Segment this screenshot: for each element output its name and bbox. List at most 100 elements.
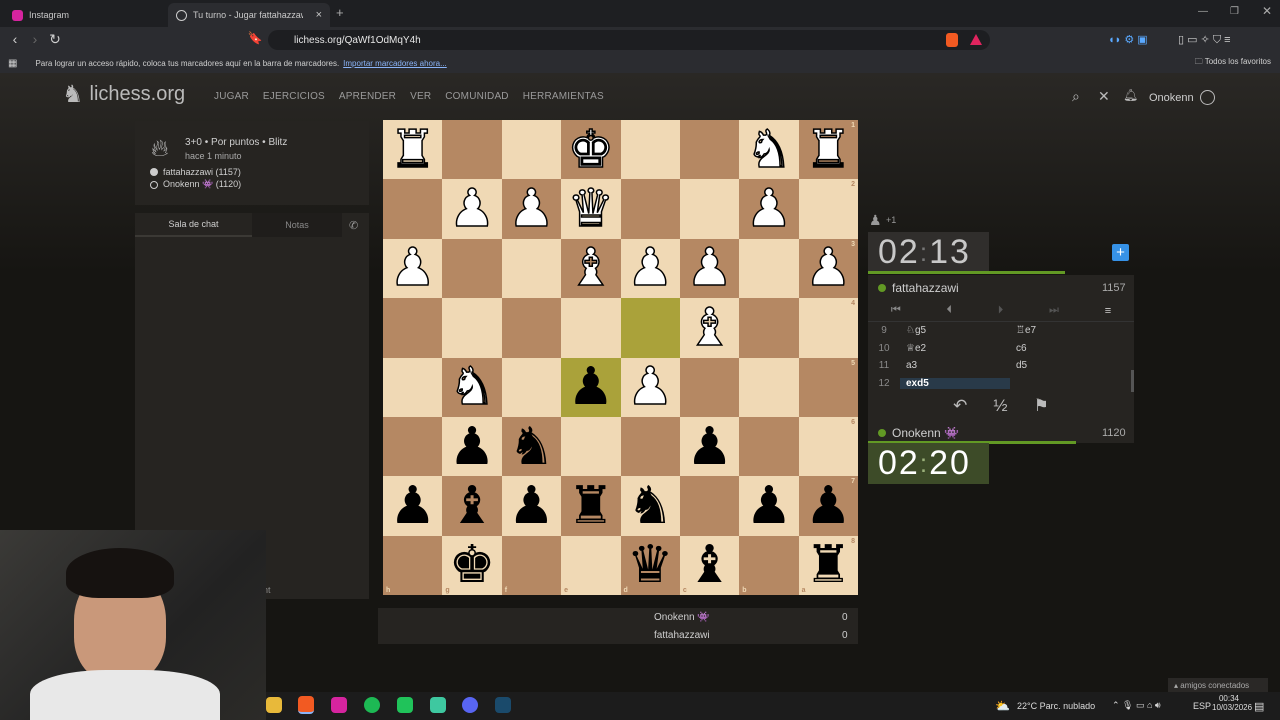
user-menu[interactable]: Onokenn [1149, 90, 1215, 105]
white-pawn-piece[interactable]: ♟ [507, 182, 555, 236]
black-pawn-piece[interactable]: ♟ [746, 480, 793, 532]
white-pawn-piece[interactable]: ♟ [448, 182, 496, 236]
apps-grid-icon[interactable]: ▦ [8, 58, 17, 69]
square-g1[interactable] [442, 120, 502, 180]
bookmark-icon[interactable]: 🔖 [246, 31, 264, 45]
bell-icon[interactable]: 🔔︎ [1123, 88, 1138, 102]
black-pawn-piece[interactable]: ♟ [449, 421, 496, 473]
black-rook-piece[interactable]: ♜ [805, 539, 852, 591]
square-h3[interactable]: ♟ [383, 238, 443, 299]
white-bishop-piece[interactable]: ♝ [567, 242, 615, 296]
brave-shield-icon[interactable] [946, 33, 958, 47]
square-g5[interactable]: ♞ [442, 357, 502, 417]
square-b5[interactable] [739, 357, 799, 417]
white-move[interactable]: ♕e2 [900, 343, 1010, 354]
square-c8[interactable]: ♝ c [679, 535, 740, 595]
square-b6[interactable] [739, 416, 799, 477]
notifications-icon[interactable]: ▤ [1254, 700, 1264, 713]
square-a4[interactable]: 4 [798, 298, 858, 358]
back-button[interactable]: ‹ [6, 31, 24, 47]
next-move-icon[interactable]: ⏵ [998, 304, 1004, 317]
square-c3[interactable]: ♟ [679, 238, 740, 299]
square-d2[interactable] [620, 179, 680, 239]
import-bookmarks-link[interactable]: Importar marcadores ahora... [343, 59, 447, 68]
square-e7[interactable]: ♜ [561, 476, 621, 536]
square-e4[interactable] [561, 298, 621, 358]
app-icon[interactable] [430, 697, 446, 713]
minimize-button[interactable]: — [1198, 6, 1208, 17]
square-h7[interactable]: ♟ [383, 476, 443, 536]
square-e2[interactable]: ♛ [561, 179, 621, 239]
white-rook-piece[interactable]: ♜ [804, 123, 852, 177]
offer-draw-icon[interactable]: ½ [993, 396, 1007, 416]
square-f8[interactable]: f [501, 535, 562, 595]
square-f4[interactable] [501, 298, 562, 358]
brave-taskbar-icon[interactable] [298, 696, 314, 714]
square-f3[interactable] [501, 238, 562, 299]
square-f6[interactable]: ♞ [501, 416, 562, 477]
square-d7[interactable]: ♞ [620, 476, 680, 536]
tab-notes[interactable]: Notas [252, 213, 342, 237]
menu-icon[interactable]: ≡ [1105, 305, 1111, 317]
square-e6[interactable] [561, 416, 621, 477]
square-c7[interactable] [679, 476, 740, 536]
black-bishop-piece[interactable]: ♝ [686, 539, 733, 591]
square-a8[interactable]: ♜ 8 a [798, 535, 858, 595]
square-a7[interactable]: ♟ 7 [798, 476, 858, 536]
square-b7[interactable]: ♟ [739, 476, 799, 536]
square-d5[interactable]: ♟ [620, 357, 680, 417]
square-e3[interactable]: ♝ [561, 238, 621, 299]
square-c5[interactable] [679, 357, 740, 417]
maximize-button[interactable]: ❐ [1230, 6, 1239, 17]
nav-comunidad[interactable]: COMUNIDAD [445, 91, 508, 102]
white-pawn-piece[interactable]: ♟ [626, 242, 674, 296]
takeback-icon[interactable]: ↶ [953, 396, 967, 416]
reload-button[interactable]: ↻ [46, 31, 64, 48]
all-favorites-button[interactable]: 🗀 Todos los favoritos [1195, 56, 1271, 70]
resign-flag-icon[interactable]: ⚑ [1034, 396, 1049, 416]
black-pawn-piece[interactable]: ♟ [389, 480, 436, 532]
black-queen-piece[interactable]: ♛ [627, 539, 674, 591]
square-h2[interactable] [383, 179, 443, 239]
square-d3[interactable]: ♟ [620, 238, 680, 299]
instagram-taskbar-icon[interactable] [331, 697, 347, 713]
square-g7[interactable]: ♝ [442, 476, 502, 536]
nav-ejercicios[interactable]: EJERCICIOS [263, 91, 325, 102]
address-input[interactable]: lichess.org/QaWf1OdMqY4h [268, 30, 990, 50]
square-b2[interactable]: ♟ [739, 179, 799, 239]
moves-scrollbar[interactable] [1131, 370, 1134, 392]
square-e5[interactable]: ♟ [561, 357, 621, 417]
black-pawn-piece[interactable]: ♟ [686, 421, 733, 473]
tools-icon[interactable]: ✕ [1098, 88, 1110, 105]
white-pawn-piece[interactable]: ♟ [804, 242, 852, 296]
square-f5[interactable] [501, 357, 562, 417]
black-move[interactable]: ♖e7 [1010, 325, 1120, 336]
square-a3[interactable]: ♟ 3 [798, 238, 858, 299]
square-h4[interactable] [383, 298, 443, 358]
square-c6[interactable]: ♟ [679, 416, 740, 477]
black-move[interactable]: c6 [1010, 343, 1120, 354]
square-h8[interactable]: h [383, 535, 443, 595]
square-d6[interactable] [620, 416, 680, 477]
tab-lichess[interactable]: Tu turno - Jugar fattahazzawi × [168, 3, 330, 27]
square-f2[interactable]: ♟ [501, 179, 562, 239]
square-c1[interactable] [679, 120, 740, 180]
new-tab-button[interactable]: + [336, 5, 344, 20]
phone-icon[interactable]: ✆ [349, 219, 358, 232]
square-a1[interactable]: ♜ 1 [798, 120, 858, 180]
clock[interactable]: 00:34 10/03/2026 [1212, 694, 1252, 712]
black-pawn-piece[interactable]: ♟ [568, 361, 615, 413]
square-f7[interactable]: ♟ [501, 476, 562, 536]
white-player[interactable]: fattahazzawi (1157) [150, 167, 241, 177]
nav-herramientas[interactable]: HERRAMIENTAS [523, 91, 604, 102]
square-b4[interactable] [739, 298, 799, 358]
square-h6[interactable] [383, 416, 443, 477]
square-e1[interactable]: ♚ [561, 120, 621, 180]
give-time-button[interactable]: + [1112, 244, 1129, 261]
window-close-button[interactable]: ✕ [1262, 4, 1272, 18]
white-pawn-piece[interactable]: ♟ [745, 182, 793, 236]
square-a5[interactable]: 5 [798, 357, 858, 417]
square-d4[interactable] [620, 298, 680, 358]
tab-instagram[interactable]: Instagram [4, 3, 164, 27]
tab-chat[interactable]: Sala de chat [135, 213, 252, 237]
